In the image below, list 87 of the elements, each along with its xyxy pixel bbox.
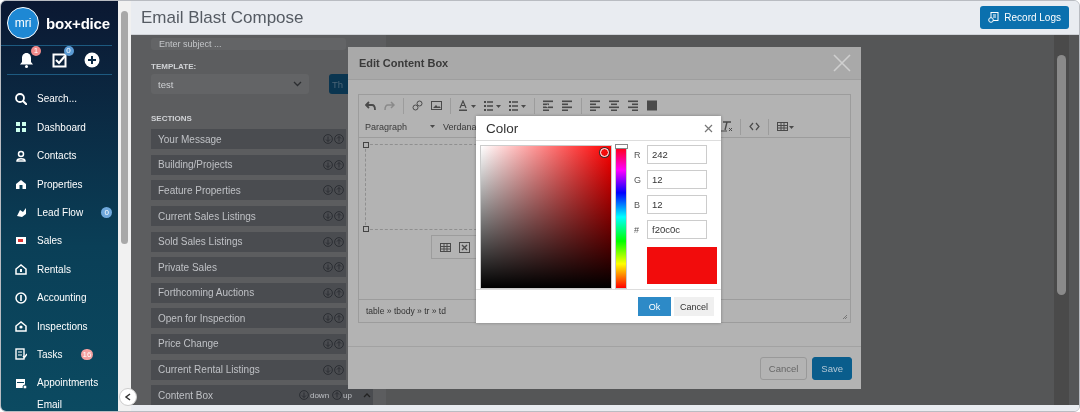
field-label: B bbox=[634, 199, 641, 210]
plus-circle-icon[interactable] bbox=[84, 51, 100, 68]
resize-grip-icon bbox=[842, 314, 848, 320]
field-label: R bbox=[634, 149, 642, 160]
delete-table-icon[interactable] bbox=[459, 241, 470, 253]
nav-item[interactable]: Search... bbox=[1, 84, 118, 114]
checkbox-icon[interactable] bbox=[51, 51, 67, 68]
nav-item[interactable]: Appointments bbox=[1, 368, 118, 397]
house-icon bbox=[15, 178, 27, 191]
dialog-button[interactable]: Save bbox=[812, 356, 852, 380]
house-icon bbox=[15, 263, 27, 276]
person-icon bbox=[15, 149, 27, 162]
clear-format-icon[interactable] bbox=[721, 121, 732, 132]
caret-down-icon bbox=[430, 125, 435, 128]
page-title: Email Blast Compose bbox=[141, 7, 304, 28]
nav-item[interactable]: Inspections bbox=[1, 311, 118, 341]
field-label: # bbox=[634, 224, 640, 235]
nav-item[interactable]: Tasks 16 bbox=[1, 340, 118, 369]
document-icon bbox=[988, 12, 1000, 24]
nav-item[interactable]: Sales bbox=[1, 226, 118, 256]
align-right-icon[interactable] bbox=[628, 100, 639, 111]
indent-icon[interactable] bbox=[562, 100, 573, 111]
resize-handle[interactable] bbox=[363, 142, 369, 148]
coin-icon bbox=[15, 291, 27, 304]
link-icon[interactable] bbox=[412, 100, 423, 111]
value-field[interactable]: 242 bbox=[647, 145, 707, 164]
image-icon[interactable] bbox=[431, 100, 442, 111]
chevron-left-icon bbox=[124, 393, 132, 401]
task-badge: 0 bbox=[63, 45, 74, 56]
undo-icon[interactable] bbox=[365, 100, 376, 111]
font-dropdown[interactable]: Verdana bbox=[443, 121, 477, 132]
value-field[interactable]: f20c0c bbox=[647, 220, 707, 239]
field-label: TEMPLATE: bbox=[151, 62, 197, 72]
chevron-down-icon bbox=[293, 81, 302, 88]
bell-icon[interactable] bbox=[19, 51, 34, 68]
subject-field[interactable]: Enter subject ... bbox=[151, 38, 346, 51]
checklist-icon bbox=[15, 348, 27, 361]
table-icon[interactable] bbox=[440, 241, 451, 253]
nav-item[interactable]: Dashboard bbox=[1, 113, 118, 142]
element-path: table » tbody » tr » td bbox=[366, 306, 446, 316]
code-icon[interactable] bbox=[749, 121, 760, 132]
house-search-icon bbox=[15, 320, 27, 332]
scrollbar-thumb[interactable] bbox=[121, 11, 128, 244]
scrollbar[interactable] bbox=[1054, 35, 1069, 406]
record-logs-button[interactable]: Record Logs bbox=[980, 6, 1069, 30]
dialog-title: Color bbox=[486, 120, 519, 136]
nav-item[interactable]: Contacts bbox=[1, 141, 118, 170]
nav-item[interactable]: Accounting bbox=[1, 283, 118, 312]
dialog-button[interactable]: Cancel bbox=[674, 297, 714, 316]
template-dropdown[interactable]: test bbox=[151, 74, 309, 95]
nav-item[interactable]: Lead Flow 0 bbox=[1, 198, 118, 227]
move-down-button[interactable]: down bbox=[298, 390, 330, 401]
align-left-icon[interactable] bbox=[590, 100, 601, 111]
slider-handle[interactable] bbox=[615, 144, 628, 149]
logo-text: box+dice bbox=[46, 14, 110, 32]
format-dropdown[interactable]: Paragraph bbox=[365, 121, 435, 132]
dialog-button[interactable]: Cancel bbox=[759, 356, 808, 380]
modal-title: Edit Content Box bbox=[359, 57, 449, 69]
grid-icon bbox=[15, 121, 27, 134]
count-badge: 16 bbox=[80, 348, 94, 360]
text-color-icon[interactable] bbox=[459, 100, 476, 111]
section-row[interactable]: Content Box down up bbox=[151, 385, 373, 406]
numbered-list-icon[interactable] bbox=[509, 100, 526, 111]
caret-up-icon[interactable] bbox=[363, 392, 371, 399]
align-center-icon[interactable] bbox=[609, 100, 620, 111]
field-label: G bbox=[634, 174, 642, 185]
section-heading: SECTIONS bbox=[151, 114, 192, 124]
move-up-button[interactable]: up bbox=[332, 390, 352, 401]
nav-item[interactable]: Email bbox=[1, 397, 118, 411]
scrollbar-thumb[interactable] bbox=[1057, 55, 1066, 296]
outdent-icon[interactable] bbox=[543, 100, 554, 111]
logo-mark: mri bbox=[7, 7, 39, 39]
nav-item[interactable]: Properties bbox=[1, 169, 118, 199]
notification-badge: 1 bbox=[31, 45, 41, 56]
bullet-list-icon[interactable] bbox=[484, 100, 501, 111]
table-icon[interactable] bbox=[777, 121, 794, 132]
collapse-button[interactable] bbox=[119, 388, 137, 406]
close-icon[interactable] bbox=[704, 123, 713, 133]
search-icon bbox=[15, 92, 27, 105]
value-field[interactable]: 12 bbox=[647, 195, 707, 214]
value-field[interactable]: 12 bbox=[647, 170, 707, 189]
count-badge: 0 bbox=[101, 206, 113, 218]
resize-handle[interactable] bbox=[363, 226, 369, 232]
nav-item[interactable]: Rentals bbox=[1, 255, 118, 284]
dialog-button[interactable]: Ok bbox=[638, 297, 671, 316]
color-gradient-area[interactable] bbox=[480, 145, 612, 289]
hue-slider[interactable] bbox=[615, 145, 627, 289]
